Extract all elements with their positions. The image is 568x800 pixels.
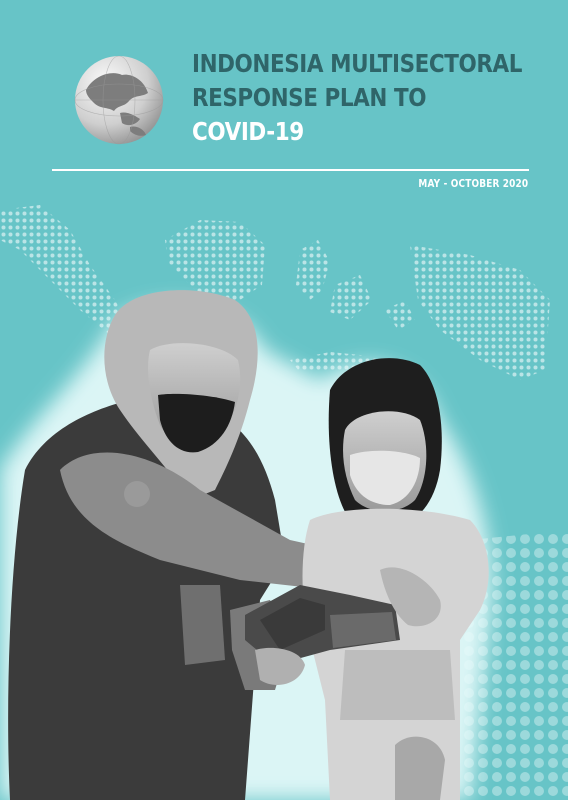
report-title: INDONESIA MULTISECTORAL RESPONSE PLAN TO… — [192, 47, 522, 149]
globe-icon — [74, 55, 164, 145]
title-divider — [52, 169, 529, 171]
title-line-3: COVID-19 — [192, 117, 304, 146]
title-line-1: INDONESIA MULTISECTORAL — [192, 49, 522, 78]
date-range: MAY - OCTOBER 2020 — [418, 178, 528, 190]
report-cover: INDONESIA MULTISECTORAL RESPONSE PLAN TO… — [0, 0, 568, 800]
title-line-2: RESPONSE PLAN TO — [192, 83, 427, 112]
indonesia-map-dots — [0, 205, 550, 380]
